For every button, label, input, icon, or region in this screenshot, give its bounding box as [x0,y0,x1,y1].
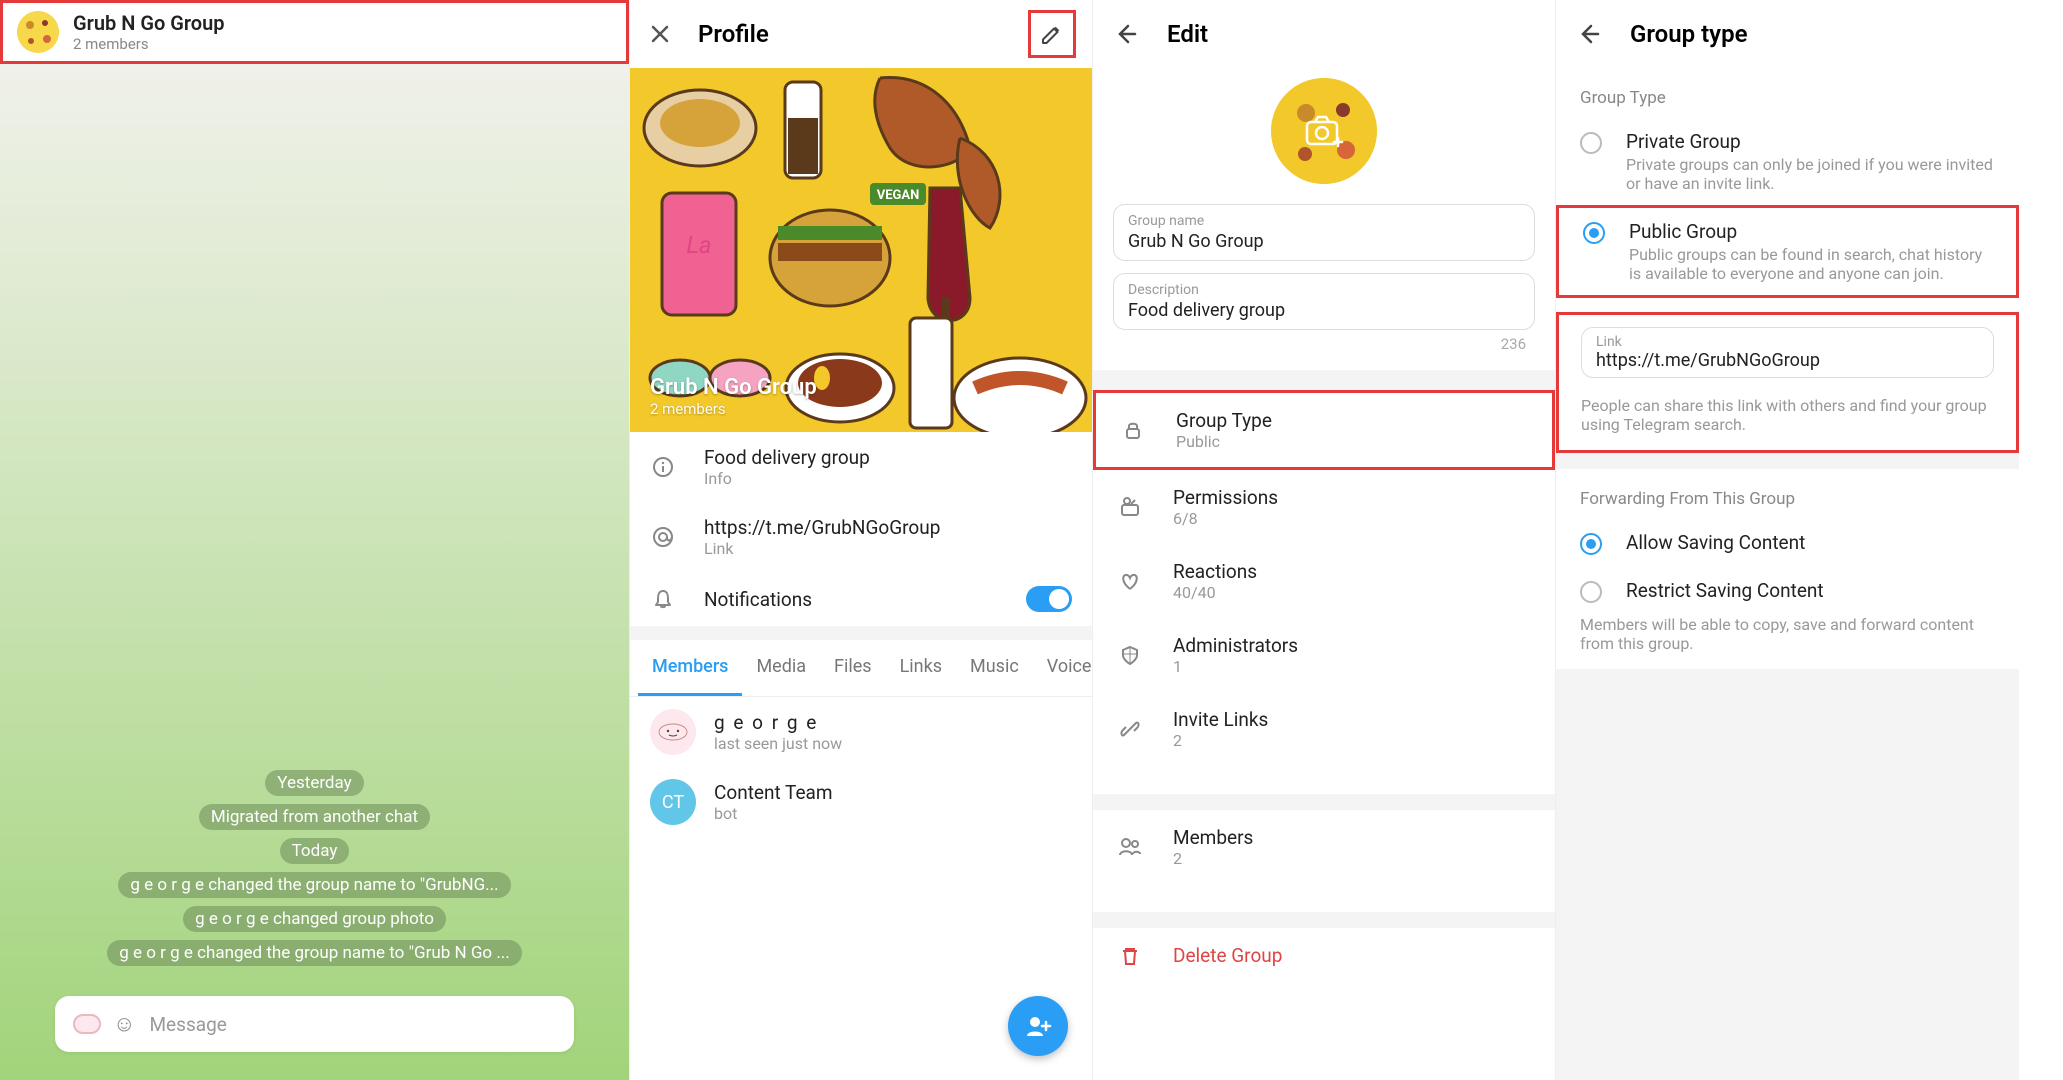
person-add-icon [1024,1012,1052,1040]
restrict-saving-option[interactable]: Restrict Saving Content [1556,567,2019,615]
restrict-description: Members will be able to copy, save and f… [1580,615,1995,653]
link-description: People can share this link with others a… [1581,378,1994,434]
hero-title: Grub N Go Group [650,375,817,400]
radio-icon [1580,533,1602,555]
section-title: Group Type [1556,68,2019,118]
administrators-row[interactable]: Administrators1 [1093,618,1555,692]
profile-header: Profile [630,0,1092,68]
hero-text: Grub N Go Group 2 members [650,375,817,418]
radio-icon [1583,222,1605,244]
delete-group-row[interactable]: Delete Group [1093,928,1555,983]
char-counter: 236 [1501,335,1526,353]
member-row[interactable]: g e o r g elast seen just now [630,697,1092,767]
link-field[interactable]: Link https://t.me/GrubNGoGroup [1581,327,1994,378]
invite-links-row[interactable]: Invite Links2 [1093,692,1555,766]
camera-icon [1304,114,1344,148]
link-block: Link https://t.me/GrubNGoGroup People ca… [1556,312,2019,453]
trash-icon [1117,945,1143,967]
system-message: g e o r g e changed the group name to "G… [107,940,522,966]
info-icon [650,454,676,480]
tab-members[interactable]: Members [638,640,742,696]
reactions-row[interactable]: Reactions40/40 [1093,544,1555,618]
group-type-panel: Group type Group Type Private GroupPriva… [1556,0,2019,1080]
back-icon[interactable] [1113,22,1137,46]
edit-avatar[interactable] [1271,78,1377,184]
system-message: g e o r g e changed group photo [183,906,446,932]
link-icon [1117,718,1143,740]
group-type-header: Group type [1556,0,2019,68]
chat-header[interactable]: Grub N Go Group 2 members [0,0,629,64]
system-message: g e o r g e changed the group name to "G… [118,872,510,898]
chat-title: Grub N Go Group [73,11,225,35]
close-icon[interactable] [646,20,674,48]
private-group-option[interactable]: Private GroupPrivate groups can only be … [1556,118,2019,205]
notifications-toggle[interactable] [1026,586,1072,612]
member-row[interactable]: CT Content Teambot [630,767,1092,837]
back-icon[interactable] [1576,22,1600,46]
heart-icon [1117,570,1143,592]
svg-text:La: La [686,231,711,259]
notifications-row[interactable]: Notifications [630,572,1092,626]
public-group-option[interactable]: Public GroupPublic groups can be found i… [1556,205,2019,298]
radio-icon [1580,132,1602,154]
chat-avatar [17,11,59,53]
system-message[interactable]: Migrated from another chat [199,804,430,830]
link-row[interactable]: https://t.me/GrubNGoGroupLink [630,502,1092,572]
permissions-icon [1117,496,1143,518]
chat-subtitle: 2 members [73,35,225,53]
add-member-fab[interactable] [1008,996,1068,1056]
date-badge: Yesterday [265,770,363,796]
tab-media[interactable]: Media [742,640,820,696]
profile-hero[interactable]: La VEGAN Grub N Go Group 2 members [630,68,1092,432]
message-placeholder: Message [149,1013,226,1036]
permissions-row[interactable]: Permissions6/8 [1093,470,1555,544]
info-row[interactable]: Food delivery groupInfo [630,432,1092,502]
profile-title: Profile [698,20,769,48]
people-icon [1117,836,1143,858]
pencil-icon [1040,22,1064,46]
at-icon [650,524,676,550]
chat-panel: Grub N Go Group 2 members Yesterday Migr… [0,0,630,1080]
hero-subtitle: 2 members [650,400,817,418]
lock-icon [1120,419,1146,441]
chat-body: Yesterday Migrated from another chat Tod… [0,64,629,1080]
radio-icon [1580,581,1602,603]
group-name-field[interactable]: Group name Grub N Go Group [1113,204,1535,261]
svg-text:VEGAN: VEGAN [877,188,920,203]
member-avatar: CT [650,779,696,825]
description-field[interactable]: Description Food delivery group 236 [1113,273,1535,330]
profile-panel: Profile La [630,0,1093,1080]
tab-music[interactable]: Music [956,640,1033,696]
profile-tabs: Members Media Files Links Music Voice [630,640,1092,697]
tab-links[interactable]: Links [886,640,956,696]
sticker-icon[interactable] [73,1014,101,1034]
section-title: Forwarding From This Group [1556,469,2019,519]
message-input[interactable]: ☺ Message [55,996,574,1052]
group-type-row[interactable]: Group TypePublic [1093,390,1555,470]
allow-saving-option[interactable]: Allow Saving Content [1556,519,2019,567]
bell-icon [650,586,676,612]
emoji-icon[interactable]: ☺ [113,1011,135,1037]
edit-header: Edit [1093,0,1555,68]
shield-icon [1117,644,1143,666]
tab-files[interactable]: Files [820,640,886,696]
date-badge: Today [280,838,350,864]
member-avatar [650,709,696,755]
members-row[interactable]: Members2 [1093,810,1555,884]
edit-panel: Edit Group name Grub N Go Group Descript… [1093,0,1556,1080]
edit-button[interactable] [1028,10,1076,58]
